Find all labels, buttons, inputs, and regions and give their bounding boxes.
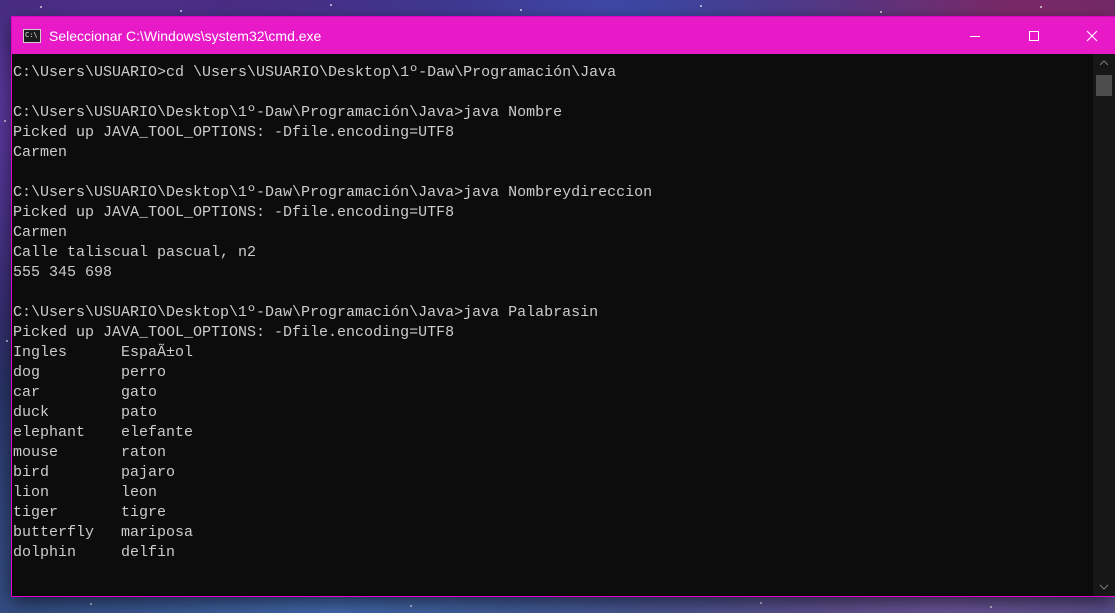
console-line: C:\Users\USUARIO\Desktop\1º-Daw\Programa…: [13, 104, 563, 121]
star-decoration: [1040, 6, 1042, 8]
console-line: C:\Users\USUARIO\Desktop\1º-Daw\Programa…: [13, 304, 599, 321]
cmd-icon[interactable]: [23, 28, 41, 43]
star-decoration: [700, 5, 702, 7]
star-decoration: [180, 10, 182, 12]
close-icon: [1086, 30, 1098, 41]
console-line: C:\Users\USUARIO\Desktop\1º-Daw\Programa…: [13, 184, 653, 201]
console-line: Picked up JAVA_TOOL_OPTIONS: -Dfile.enco…: [13, 204, 455, 221]
console-line: dog perro: [13, 364, 167, 381]
console-line: duck pato: [13, 404, 158, 421]
scroll-up-icon: [1100, 60, 1108, 66]
scrollbar-thumb[interactable]: [1096, 75, 1112, 96]
star-decoration: [410, 605, 412, 607]
star-decoration: [760, 602, 762, 604]
close-button[interactable]: [1069, 17, 1115, 54]
console-line: car gato: [13, 384, 158, 401]
console-line: Picked up JAVA_TOOL_OPTIONS: -Dfile.enco…: [13, 124, 455, 141]
window-title: Seleccionar C:\Windows\system32\cmd.exe: [49, 27, 322, 44]
console-line: Picked up JAVA_TOOL_OPTIONS: -Dfile.enco…: [13, 324, 455, 341]
console-line: butterfly mariposa: [13, 524, 194, 541]
cmd-window[interactable]: Seleccionar C:\Windows\system32\cmd.exe …: [12, 17, 1115, 596]
console-line: lion leon: [13, 484, 158, 501]
console-line: tiger tigre: [13, 504, 167, 521]
star-decoration: [330, 4, 332, 6]
star-decoration: [990, 606, 992, 608]
console-line: 555 345 698: [13, 264, 113, 281]
console-line: Calle taliscual pascual, n2: [13, 244, 257, 261]
console-line: bird pajaro: [13, 464, 176, 481]
console-line: C:\Users\USUARIO>cd \Users\USUARIO\Deskt…: [13, 64, 617, 81]
console-line: Carmen: [13, 224, 68, 241]
console-line: Carmen: [13, 144, 68, 161]
console-line: Ingles EspaÃ±ol: [13, 344, 194, 361]
star-decoration: [6, 340, 8, 342]
console-output[interactable]: C:\Users\USUARIO>cd \Users\USUARIO\Deskt…: [12, 54, 1093, 596]
maximize-icon: [1029, 30, 1039, 41]
star-decoration: [4, 120, 6, 122]
vertical-scrollbar[interactable]: [1093, 54, 1115, 596]
maximize-button[interactable]: [1011, 17, 1057, 54]
console-line: dolphin delfin: [13, 544, 176, 561]
scroll-up-button[interactable]: [1093, 54, 1115, 72]
minimize-icon: [970, 35, 980, 37]
title-bar[interactable]: Seleccionar C:\Windows\system32\cmd.exe: [12, 17, 1115, 54]
star-decoration: [520, 9, 522, 11]
minimize-button[interactable]: [952, 17, 998, 54]
scroll-down-button[interactable]: [1093, 578, 1115, 596]
console-line: elephant elefante: [13, 424, 194, 441]
console-line: mouse raton: [13, 444, 167, 461]
scroll-down-icon: [1100, 584, 1108, 590]
star-decoration: [40, 6, 42, 8]
star-decoration: [90, 603, 92, 605]
star-decoration: [880, 11, 882, 13]
